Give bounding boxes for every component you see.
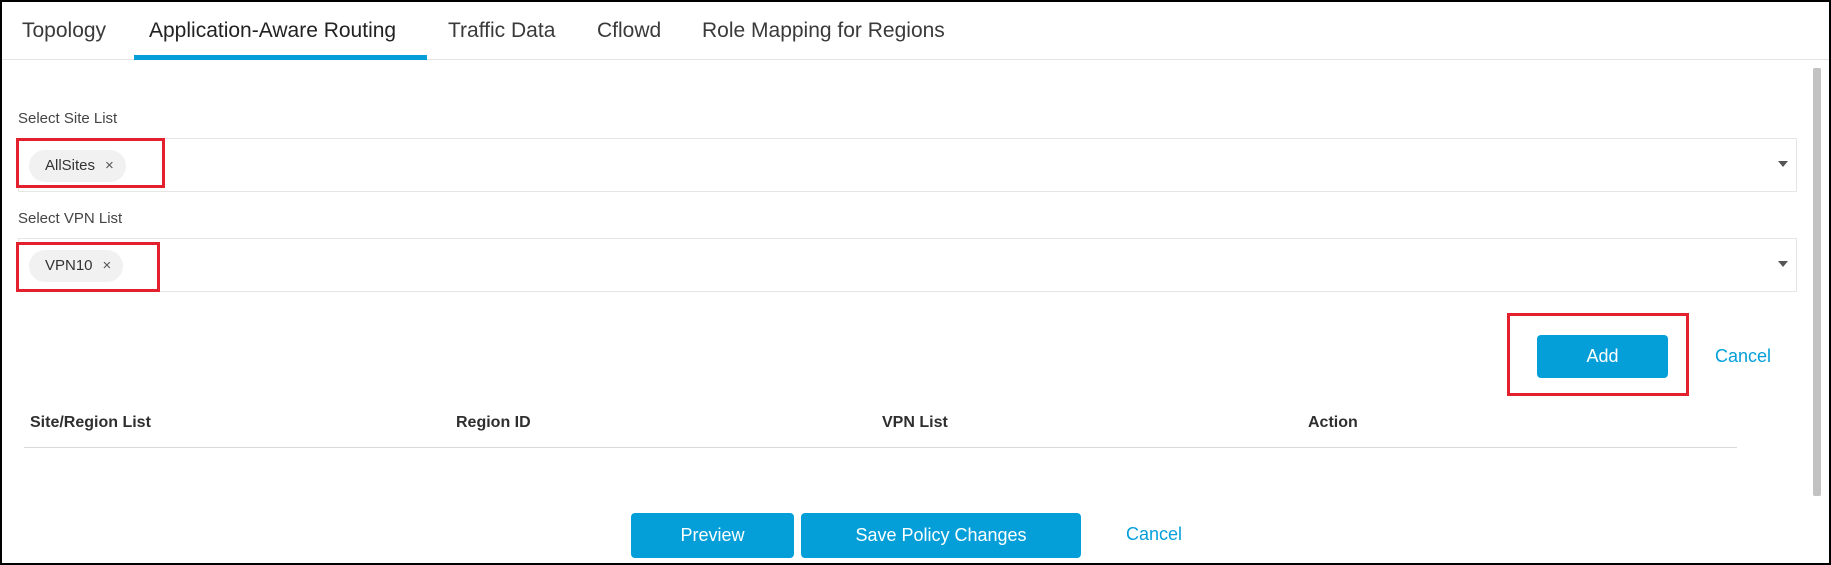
chip-label: VPN10: [45, 257, 93, 274]
tab-cflowd[interactable]: Cflowd: [597, 2, 661, 60]
site-list-select[interactable]: AllSites ×: [18, 138, 1797, 192]
tab-bar: Topology Application-Aware Routing Traff…: [2, 2, 1829, 60]
site-list-label: Select Site List: [18, 110, 118, 127]
active-tab-indicator: [134, 55, 427, 60]
chevron-down-icon[interactable]: [1778, 161, 1788, 167]
chevron-down-icon[interactable]: [1778, 261, 1788, 267]
vertical-scrollbar[interactable]: [1813, 68, 1823, 496]
chip-label: AllSites: [45, 157, 96, 174]
tab-topology[interactable]: Topology: [22, 2, 106, 60]
tab-application-aware-routing[interactable]: Application-Aware Routing: [149, 2, 396, 60]
tab-traffic-data[interactable]: Traffic Data: [448, 2, 555, 60]
tab-role-mapping-for-regions[interactable]: Role Mapping for Regions: [702, 2, 945, 60]
vpn-list-chip: VPN10 ×: [29, 250, 124, 282]
add-button[interactable]: Add: [1537, 335, 1668, 378]
policy-editor-window: Topology Application-Aware Routing Traff…: [2, 2, 1829, 563]
preview-button[interactable]: Preview: [631, 513, 794, 558]
close-icon[interactable]: ×: [103, 250, 112, 282]
column-header-region-id: Region ID: [456, 414, 531, 431]
footer-cancel-link[interactable]: Cancel: [1120, 523, 1188, 546]
vpn-list-select[interactable]: VPN10 ×: [18, 238, 1797, 292]
save-policy-changes-button[interactable]: Save Policy Changes: [801, 513, 1081, 558]
close-icon[interactable]: ×: [105, 150, 114, 182]
cancel-link[interactable]: Cancel: [1709, 345, 1777, 368]
scrollbar-thumb[interactable]: [1813, 68, 1821, 496]
site-list-chip: AllSites ×: [29, 150, 126, 182]
table-header: Site/Region List Region ID VPN List Acti…: [24, 414, 1737, 448]
column-header-vpn-list: VPN List: [882, 414, 948, 431]
column-header-site-region-list: Site/Region List: [30, 414, 151, 431]
column-header-action: Action: [1308, 414, 1358, 431]
vpn-list-label: Select VPN List: [18, 210, 123, 227]
